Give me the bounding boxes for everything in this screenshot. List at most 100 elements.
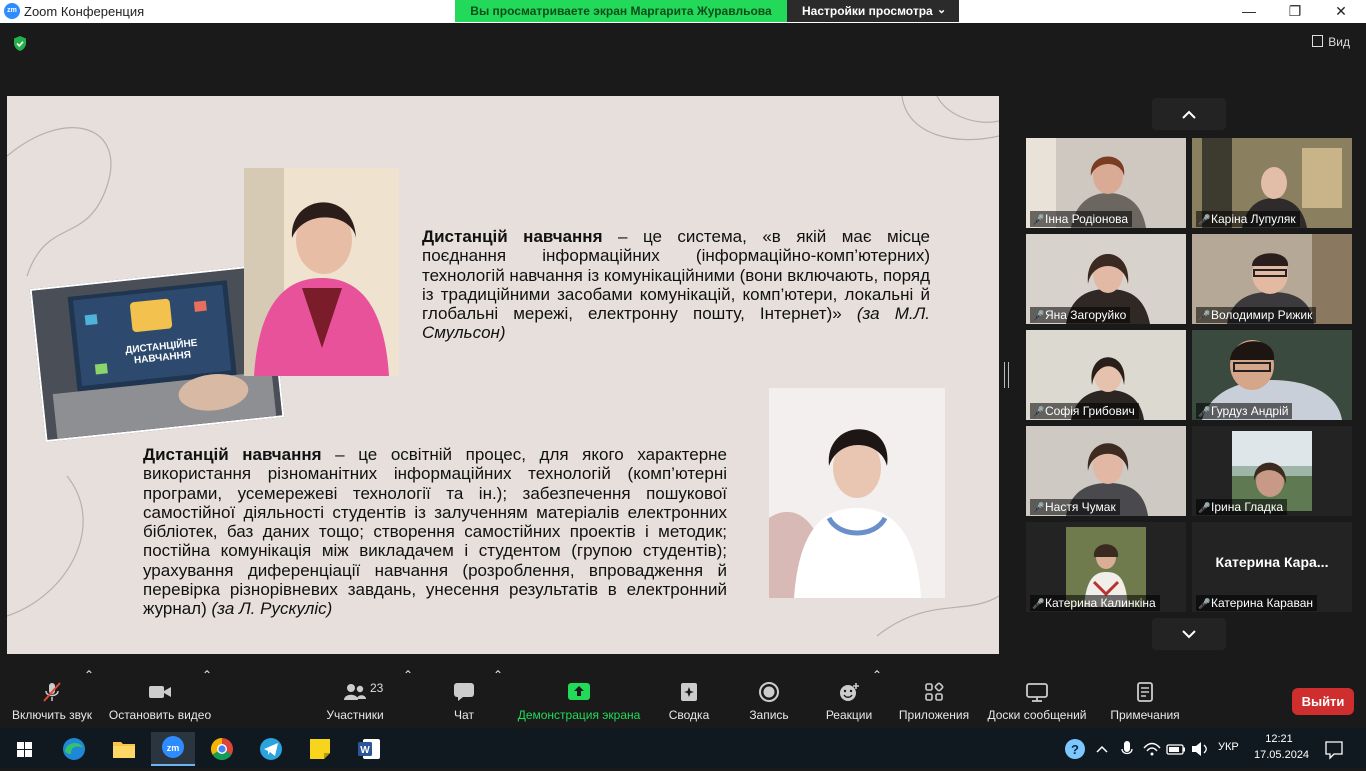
definition-term-2: Дистанцій навчання bbox=[143, 445, 322, 464]
participants-button[interactable]: 23 Участники bbox=[322, 668, 388, 728]
share-screen-label: Демонстрация экрана bbox=[517, 708, 641, 722]
telegram-icon bbox=[260, 738, 282, 760]
definition-source-2: (за Л. Рускуліс) bbox=[206, 599, 333, 619]
taskbar-chrome[interactable] bbox=[202, 732, 242, 766]
video-options-caret[interactable]: ⌃ bbox=[202, 668, 212, 728]
participant-tile[interactable]: 🎤Каріна Лупуляк bbox=[1192, 138, 1352, 228]
participant-name-tag: 🎤Каріна Лупуляк bbox=[1196, 211, 1300, 227]
apps-label: Приложения bbox=[898, 708, 970, 722]
mic-muted-icon bbox=[43, 682, 61, 702]
mic-muted-icon: 🎤 bbox=[1198, 311, 1211, 322]
tray-battery[interactable] bbox=[1164, 732, 1188, 766]
participant-name-tag: 🎤Катерина Караван bbox=[1196, 595, 1317, 611]
mic-muted-icon: 🎤 bbox=[1032, 407, 1045, 418]
security-shield-icon[interactable] bbox=[12, 35, 28, 52]
participant-tile[interactable]: 🎤Яна Загоруйко bbox=[1026, 234, 1186, 324]
definition-paragraph-1: Дистанцій навчання – це система, «в якій… bbox=[422, 227, 930, 343]
record-icon bbox=[759, 682, 779, 702]
participant-tile[interactable]: Катерина Кара... 🎤Катерина Караван bbox=[1192, 522, 1352, 612]
gallery-next-button[interactable] bbox=[1152, 618, 1226, 650]
record-button[interactable]: Запись bbox=[744, 668, 794, 728]
whiteboards-label: Доски сообщений bbox=[987, 708, 1087, 722]
participant-tile[interactable]: 🎤Настя Чумак bbox=[1026, 426, 1186, 516]
gallery-prev-button[interactable] bbox=[1152, 98, 1226, 130]
chevron-down-icon bbox=[1182, 630, 1196, 639]
participant-tile[interactable]: 🎤Гурдуз Андрій bbox=[1192, 330, 1352, 420]
panel-splitter[interactable] bbox=[1004, 362, 1009, 388]
taskbar-edge[interactable] bbox=[54, 732, 94, 766]
system-clock[interactable]: 12:21 17.05.2024 bbox=[1254, 731, 1309, 763]
participant-tile[interactable]: 🎤Катерина Калинкіна bbox=[1026, 522, 1186, 612]
participant-name: Ірина Гладка bbox=[1211, 500, 1284, 514]
share-screen-button[interactable]: Демонстрация экрана bbox=[514, 668, 644, 728]
close-button[interactable]: ✕ bbox=[1318, 0, 1364, 23]
notes-button[interactable]: Примечания bbox=[1106, 668, 1184, 728]
view-settings-button[interactable]: Настройки просмотра ⌄ bbox=[787, 0, 959, 22]
participant-tile[interactable]: 🎤Ірина Гладка bbox=[1192, 426, 1352, 516]
participants-options-caret[interactable]: ⌃ bbox=[403, 668, 413, 728]
svg-text:zm: zm bbox=[167, 743, 180, 753]
mic-muted-icon: 🎤 bbox=[1032, 311, 1045, 322]
input-language[interactable]: УКР bbox=[1218, 741, 1239, 753]
wifi-icon bbox=[1143, 742, 1161, 756]
tray-network[interactable] bbox=[1140, 732, 1164, 766]
leave-meeting-button[interactable]: Выйти bbox=[1292, 688, 1354, 715]
summary-label: Сводка bbox=[668, 708, 710, 722]
participant-name-tag: 🎤Володимир Рижик bbox=[1196, 307, 1317, 323]
definition-paragraph-2: Дистанцій навчання – це освітній процес,… bbox=[143, 445, 727, 619]
notification-icon bbox=[1325, 741, 1343, 760]
whiteboards-button[interactable]: Доски сообщений bbox=[984, 668, 1090, 728]
tray-help[interactable]: ? bbox=[1060, 732, 1090, 766]
taskbar-telegram[interactable] bbox=[251, 732, 291, 766]
view-layout-button[interactable]: Вид bbox=[1312, 35, 1350, 49]
tray-microphone[interactable] bbox=[1116, 732, 1138, 766]
summary-sparkle-icon bbox=[681, 683, 697, 701]
tray-volume[interactable] bbox=[1188, 732, 1212, 766]
reactions-options-caret[interactable]: ⌃ bbox=[872, 668, 882, 728]
participant-tile[interactable]: 🎤Інна Родіонова bbox=[1026, 138, 1186, 228]
svg-text:W: W bbox=[360, 745, 370, 756]
apps-icon bbox=[925, 682, 944, 701]
tray-overflow-button[interactable] bbox=[1092, 732, 1112, 766]
chat-options-caret[interactable]: ⌃ bbox=[493, 668, 503, 728]
audio-options-caret[interactable]: ⌃ bbox=[84, 668, 94, 728]
participant-tile[interactable]: 🎤Володимир Рижик bbox=[1192, 234, 1352, 324]
taskbar-zoom[interactable]: zm bbox=[151, 732, 195, 766]
window-title: Zoom Конференция bbox=[24, 4, 145, 19]
windows-taskbar: zm W ? bbox=[0, 728, 1366, 768]
participant-name: Софія Грибович bbox=[1045, 404, 1135, 418]
chat-bubble-icon bbox=[454, 683, 474, 701]
participant-name: Гурдуз Андрій bbox=[1211, 404, 1289, 418]
mic-muted-icon: 🎤 bbox=[1032, 599, 1045, 610]
participant-name-tag: 🎤Софія Грибович bbox=[1030, 403, 1139, 419]
author-photo-ruskulis bbox=[769, 388, 945, 598]
screen-share-banner: Вы просматриваете экран Маргарита Журавл… bbox=[455, 0, 787, 22]
layout-icon bbox=[1312, 35, 1324, 47]
clock-time: 12:21 bbox=[1265, 733, 1293, 745]
maximize-button[interactable]: ❐ bbox=[1272, 0, 1318, 23]
taskbar-word[interactable]: W bbox=[349, 732, 389, 766]
participant-name: Інна Родіонова bbox=[1045, 212, 1129, 226]
window-title-bar: zm Zoom Конференция Вы просматриваете эк… bbox=[0, 0, 1366, 23]
microphone-icon bbox=[1121, 741, 1133, 755]
zoom-logo-icon: zm bbox=[4, 3, 20, 19]
start-button[interactable] bbox=[4, 732, 44, 766]
mic-muted-icon: 🎤 bbox=[1198, 599, 1211, 610]
mic-muted-icon: 🎤 bbox=[1198, 407, 1211, 418]
participant-name: Катерина Караван bbox=[1211, 596, 1313, 610]
summary-button[interactable]: Сводка bbox=[664, 668, 714, 728]
taskbar-sticky-notes[interactable] bbox=[300, 732, 340, 766]
share-screen-icon bbox=[568, 683, 590, 700]
participant-name-tag: 🎤Настя Чумак bbox=[1030, 499, 1120, 515]
reactions-button[interactable]: Реакции bbox=[822, 668, 876, 728]
participants-label: Участники bbox=[326, 708, 384, 722]
minimize-button[interactable]: — bbox=[1226, 0, 1272, 23]
apps-button[interactable]: Приложения bbox=[896, 668, 972, 728]
taskbar-explorer[interactable] bbox=[104, 732, 144, 766]
stop-video-button[interactable]: Остановить видео bbox=[106, 668, 214, 728]
participant-tile[interactable]: 🎤Софія Грибович bbox=[1026, 330, 1186, 420]
chat-button[interactable]: Чат bbox=[444, 668, 484, 728]
notifications-button[interactable] bbox=[1318, 732, 1350, 766]
participant-name-placeholder: Катерина Кара... bbox=[1215, 554, 1329, 570]
video-camera-icon bbox=[149, 686, 171, 698]
